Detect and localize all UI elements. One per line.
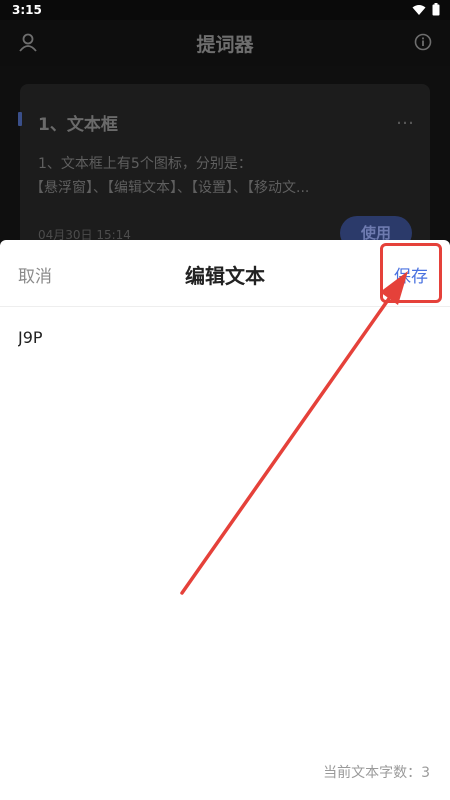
app-header: 提词器 bbox=[0, 20, 450, 66]
more-icon[interactable]: … bbox=[396, 108, 415, 129]
wifi-icon bbox=[412, 4, 426, 16]
char-count: 当前文本字数：3 bbox=[323, 765, 430, 781]
battery-icon bbox=[432, 3, 440, 16]
screen: 3:15 提词器 1、文本框 … 1、文本框上有5个图标，分别是： 【悬浮窗】、… bbox=[0, 0, 450, 800]
card-body-line-2: 【悬浮窗】、【编辑文本】、【设置】、【移动文... bbox=[30, 180, 310, 196]
save-highlight-box bbox=[380, 243, 442, 303]
card-title: 1、文本框 bbox=[38, 115, 118, 135]
info-icon[interactable] bbox=[414, 33, 432, 55]
page-title: 提词器 bbox=[196, 34, 254, 56]
status-bar: 3:15 bbox=[0, 0, 450, 20]
status-icons bbox=[412, 3, 440, 16]
text-editor[interactable]: J9P bbox=[18, 328, 432, 728]
status-time: 3:15 bbox=[12, 3, 42, 17]
card-body-line-1: 1、文本框上有5个图标，分别是： bbox=[38, 156, 252, 172]
card-marker bbox=[18, 112, 22, 126]
edit-text-sheet: 取消 编辑文本 保存 J9P 当前文本字数：3 bbox=[0, 240, 450, 800]
